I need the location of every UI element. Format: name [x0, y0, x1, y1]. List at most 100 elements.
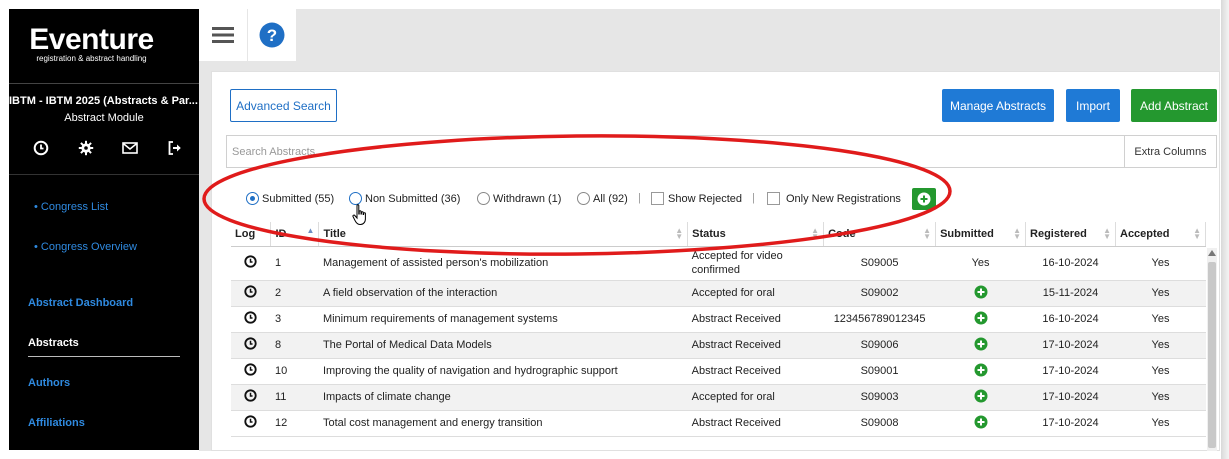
cell-submitted[interactable]	[935, 384, 1026, 411]
col-code[interactable]: Code ▲ ▼	[823, 222, 937, 247]
abstracts-table: Log ID ▲ Title ▲ ▼ Status ▲ ▼ Code ▲ ▼ Submitte…	[231, 222, 1206, 437]
cell-log[interactable]	[231, 332, 271, 359]
filter-show-rejected[interactable]: Show Rejected	[651, 192, 742, 205]
plus-circle-icon[interactable]	[974, 337, 988, 351]
checkbox-only-new[interactable]	[767, 192, 780, 205]
accepted-value: Yes	[1151, 257, 1170, 269]
sidebar: Eventure registration & abstract handlin…	[9, 9, 199, 450]
cell-log[interactable]	[231, 306, 271, 333]
col-accepted[interactable]: Accepted ▲ ▼	[1115, 222, 1206, 247]
title-value: The Portal of Medical Data Models	[322, 339, 492, 351]
plus-circle-icon[interactable]	[974, 389, 988, 403]
extra-columns-button[interactable]: Extra Columns	[1124, 136, 1216, 167]
col-title[interactable]: Title ▲ ▼	[318, 222, 689, 247]
code-value: S09005	[860, 257, 899, 269]
nav-abstract-dashboard[interactable]: Abstract Dashboard	[28, 297, 133, 309]
plus-circle-icon[interactable]	[974, 311, 988, 325]
help-button[interactable]: ?	[248, 9, 296, 61]
col-label: Status	[692, 227, 726, 240]
table-row[interactable]: 1 Management of assisted person's mobiliz…	[231, 246, 1206, 281]
clock-icon[interactable]	[244, 363, 258, 376]
plus-circle-icon[interactable]	[974, 363, 988, 377]
nav-congress-list[interactable]: • Congress List	[34, 201, 108, 213]
scroll-thumb[interactable]	[1208, 262, 1216, 448]
table-row[interactable]: 2 A field observation of the interaction A…	[231, 280, 1206, 307]
clock-icon[interactable]	[33, 140, 49, 156]
col-log[interactable]: Log	[231, 222, 272, 247]
add-abstract-button[interactable]: Add Abstract	[1131, 89, 1217, 122]
manage-abstracts-button[interactable]: Manage Abstracts	[942, 89, 1054, 122]
accepted-value: Yes	[1151, 313, 1170, 325]
col-status[interactable]: Status ▲ ▼	[687, 222, 825, 247]
table-row[interactable]: 8 The Portal of Medical Data Models Abstra…	[231, 332, 1206, 359]
gear-icon[interactable]	[78, 140, 94, 156]
nav-congress-overview[interactable]: • Congress Overview	[34, 241, 137, 253]
advanced-search-button[interactable]: Advanced Search	[230, 89, 337, 122]
cell-submitted[interactable]	[935, 410, 1026, 437]
cell-registered: 15-11-2024	[1025, 280, 1116, 307]
table-row[interactable]: 3 Minimum requirements of management syst…	[231, 306, 1206, 333]
cell-submitted: Yes	[935, 246, 1026, 281]
radio-withdrawn[interactable]	[477, 192, 490, 205]
col-id[interactable]: ID ▲	[270, 222, 320, 247]
cell-title: Minimum requirements of management syste…	[318, 306, 688, 333]
col-submitted[interactable]: Submitted ▲ ▼	[935, 222, 1027, 247]
cell-submitted[interactable]	[935, 332, 1026, 359]
id-value: 1	[274, 257, 282, 269]
cell-accepted: Yes	[1115, 246, 1206, 281]
search-input[interactable]	[227, 136, 1127, 167]
logout-icon[interactable]	[167, 140, 183, 156]
cell-submitted[interactable]	[935, 358, 1026, 385]
filter-all[interactable]: All (92)	[577, 192, 628, 205]
cell-log[interactable]	[231, 410, 271, 437]
import-button[interactable]: Import	[1066, 89, 1120, 122]
checkbox-show-rejected[interactable]	[651, 192, 664, 205]
cell-code: S09006	[823, 332, 936, 359]
cell-status: Abstract Received	[687, 332, 824, 359]
clock-icon[interactable]	[244, 311, 258, 324]
nav-authors[interactable]: Authors	[28, 377, 70, 389]
clock-icon[interactable]	[244, 337, 258, 350]
scroll-up-icon[interactable]	[1208, 250, 1216, 256]
table-row[interactable]: 12 Total cost management and energy trans…	[231, 410, 1206, 437]
cell-status: Abstract Received	[687, 306, 824, 333]
cell-log[interactable]	[231, 280, 271, 307]
clock-icon[interactable]	[244, 415, 258, 428]
cell-log[interactable]	[231, 358, 271, 385]
plus-circle-icon[interactable]	[974, 285, 988, 299]
filter-submitted[interactable]: Submitted (55)	[246, 192, 334, 205]
add-filter-button[interactable]	[912, 188, 936, 210]
clock-icon[interactable]	[244, 389, 258, 402]
table-header: Log ID ▲ Title ▲ ▼ Status ▲ ▼ Code ▲ ▼ Submitte…	[231, 222, 1206, 247]
code-value: S09003	[860, 391, 899, 403]
id-value: 3	[274, 313, 282, 325]
cell-id: 11	[270, 384, 319, 411]
filter-withdrawn[interactable]: Withdrawn (1)	[477, 192, 561, 205]
radio-all[interactable]	[577, 192, 590, 205]
logo[interactable]: Eventure registration & abstract handlin…	[9, 25, 174, 64]
filter-only-new-label: Only New Registrations	[786, 192, 901, 205]
plus-circle-icon[interactable]	[974, 415, 988, 429]
cell-log[interactable]	[231, 246, 271, 281]
cell-code: S09008	[823, 410, 936, 437]
clock-icon[interactable]	[244, 285, 258, 298]
menu-button[interactable]	[199, 9, 247, 61]
radio-submitted[interactable]	[246, 192, 259, 205]
mail-icon[interactable]	[122, 140, 139, 156]
col-registered[interactable]: Registered ▲ ▼	[1025, 222, 1116, 247]
plus-circle-icon	[917, 192, 931, 206]
table-scrollbar[interactable]	[1207, 248, 1217, 451]
cell-submitted[interactable]	[935, 306, 1026, 333]
table-row[interactable]: 10 Improving the quality of navigation an…	[231, 358, 1206, 385]
table-row[interactable]: 11 Impacts of climate change Accepted for …	[231, 384, 1206, 411]
col-label: Submitted	[940, 227, 994, 240]
filter-only-new[interactable]: Only New Registrations	[767, 192, 901, 205]
nav-abstracts[interactable]: Abstracts	[28, 337, 79, 349]
cell-submitted[interactable]	[935, 280, 1026, 307]
filter-all-label: All (92)	[593, 192, 628, 205]
cell-status: Abstract Received	[687, 358, 824, 385]
accepted-value: Yes	[1151, 417, 1170, 429]
nav-affiliations[interactable]: Affiliations	[28, 417, 85, 429]
clock-icon[interactable]	[244, 255, 258, 268]
cell-log[interactable]	[231, 384, 271, 411]
